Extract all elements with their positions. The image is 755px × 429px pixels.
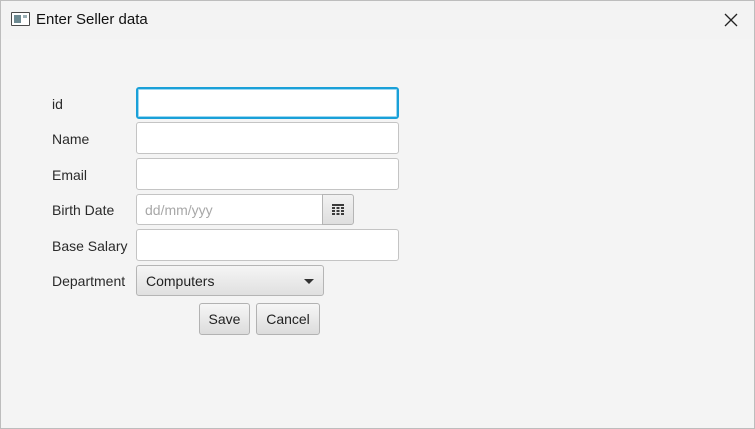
- birth-date-field[interactable]: [136, 194, 324, 225]
- dialog-window: Enter Seller data id Name Email Birth Da…: [0, 0, 755, 429]
- name-label: Name: [52, 131, 90, 147]
- email-field[interactable]: [136, 158, 399, 190]
- cancel-button[interactable]: Cancel: [256, 303, 320, 335]
- name-field[interactable]: [136, 122, 399, 154]
- id-label: id: [52, 96, 63, 112]
- close-icon: [724, 13, 738, 27]
- base-salary-field[interactable]: [136, 229, 399, 261]
- department-selected-value: Computers: [146, 273, 215, 289]
- calendar-icon: [332, 204, 344, 215]
- id-field[interactable]: [136, 87, 399, 119]
- email-label: Email: [52, 167, 88, 183]
- title-bar[interactable]: Enter Seller data: [1, 1, 754, 39]
- department-label: Department: [52, 273, 126, 289]
- date-picker-button[interactable]: [322, 194, 354, 225]
- window-title: Enter Seller data: [36, 11, 148, 28]
- chevron-down-icon: [304, 279, 314, 284]
- birth-date-label: Birth Date: [52, 202, 115, 218]
- department-select[interactable]: Computers: [136, 265, 324, 296]
- save-button[interactable]: Save: [199, 303, 250, 335]
- close-button[interactable]: [708, 1, 754, 39]
- app-window-icon: [11, 12, 30, 26]
- base-salary-label: Base Salary: [52, 238, 128, 254]
